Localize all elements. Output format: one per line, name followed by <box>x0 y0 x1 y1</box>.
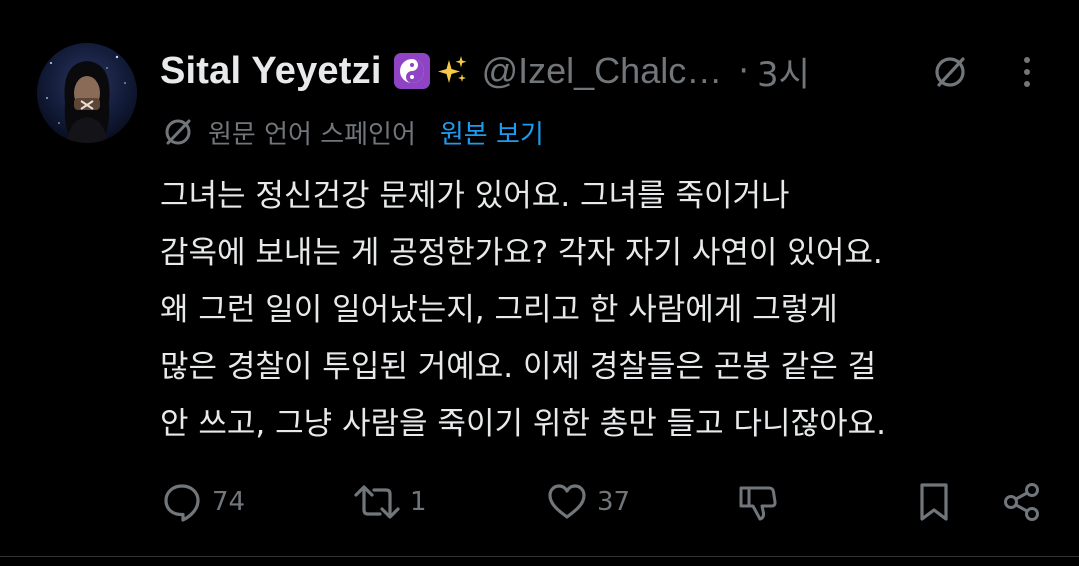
post-text-line: 왜 그런 일이 일어났는지, 그리고 한 사람에게 그렇게 <box>160 292 838 328</box>
translate-icon <box>160 114 196 150</box>
meta-separator: · <box>738 51 750 91</box>
grok-button[interactable] <box>928 50 972 94</box>
bookmark-button[interactable] <box>914 476 954 528</box>
more-icon <box>1024 57 1030 87</box>
translation-row: 원문 언어 스페인어 원본 보기 <box>160 111 544 153</box>
more-options-button[interactable] <box>1010 50 1044 94</box>
post-body: 그녀는 정신건강 문제가 있어요. 그녀를 죽이거나 감옥에 보내는 게 공정한… <box>160 168 1060 453</box>
repost-count: 1 <box>410 487 427 517</box>
grok-icon <box>935 57 965 87</box>
share-icon <box>1004 483 1039 521</box>
bookmark-icon <box>920 483 948 521</box>
post-text-line: 감옥에 보내는 게 공정한가요? 각자 자기 사연이 있어요. <box>160 235 883 271</box>
view-original-link[interactable]: 원본 보기 <box>440 114 544 151</box>
repost-icon <box>354 485 400 519</box>
tweet-card[interactable]: Sital Yeyetzi @Izel_Chalc… · 3시 원문 언어 스페… <box>0 0 1079 566</box>
avatar[interactable] <box>37 43 137 143</box>
action-bar: 74 1 37 <box>0 476 1079 528</box>
post-text-line: 그녀는 정신건강 문제가 있어요. 그녀를 죽이거나 <box>160 178 790 214</box>
downvote-button[interactable] <box>736 476 780 528</box>
repost-button[interactable]: 1 <box>352 476 427 528</box>
post-timestamp[interactable]: 3시 <box>757 47 810 96</box>
like-icon <box>548 484 586 519</box>
downvote-icon <box>739 486 777 521</box>
reply-button[interactable]: 74 <box>160 476 245 528</box>
avatar-image <box>37 43 137 143</box>
yin-yang-emoji <box>393 53 430 89</box>
post-text-line: 안 쓰고, 그냥 사람을 죽이기 위한 총만 들고 다니잖아요. <box>160 406 886 442</box>
share-button[interactable] <box>1000 476 1044 528</box>
sparkles-emoji <box>434 53 470 89</box>
like-button[interactable]: 37 <box>545 476 630 528</box>
reply-icon <box>164 484 200 522</box>
author-handle[interactable]: @Izel_Chalc… <box>482 50 723 92</box>
post-header: Sital Yeyetzi @Izel_Chalc… · 3시 <box>160 45 810 97</box>
post-divider <box>0 556 1079 557</box>
like-count: 37 <box>597 487 631 517</box>
author-display-name[interactable]: Sital Yeyetzi <box>160 50 382 93</box>
source-language-label: 원문 언어 스페인어 <box>208 119 416 150</box>
post-text-line: 많은 경찰이 투입된 거예요. 이제 경찰들은 곤봉 같은 걸 <box>160 349 877 385</box>
reply-count: 74 <box>212 487 246 517</box>
